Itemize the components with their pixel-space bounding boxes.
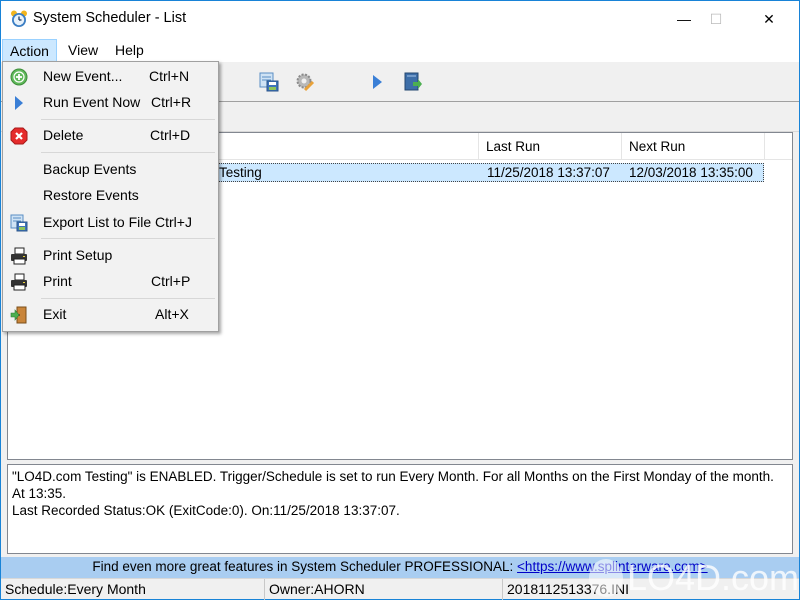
row-title: Testing [219,165,262,180]
details-line-1: "LO4D.com Testing" is ENABLED. Trigger/S… [12,469,774,501]
menu-separator [41,119,215,120]
promo-text: Find even more great features in System … [92,559,518,574]
menu-item-shortcut: Ctrl+N [149,68,190,84]
column-header-last-run[interactable]: Last Run [479,133,622,160]
details-line-2: Last Recorded Status:OK (ExitCode:0). On… [12,503,400,518]
run-icon[interactable] [367,72,387,92]
menu-item-shortcut: Ctrl+P [151,273,191,289]
status-schedule: Schedule:Every Month [1,579,265,600]
play-icon [15,96,23,110]
action-menu: New Event... Ctrl+N Run Event Now Ctrl+R… [2,61,219,332]
menu-item-label: Backup Events [43,161,137,177]
menu-item-print-setup[interactable]: Print Setup [3,244,218,268]
maximize-icon: ☐ [709,10,723,27]
menu-item-shortcut: Ctrl+J [155,214,192,230]
exit-door-icon [10,306,27,324]
menu-item-label: Restore Events [43,187,139,203]
menu-item-print[interactable]: Print Ctrl+P [3,270,218,294]
menu-help[interactable]: Help [108,39,151,62]
maximize-button[interactable]: ☐ [693,1,739,37]
menu-item-new-event[interactable]: New Event... Ctrl+N [3,65,218,89]
menu-item-shortcut: Ctrl+R [151,94,192,110]
row-next-run: 12/03/2018 13:35:00 [629,165,753,180]
menu-item-delete[interactable]: Delete Ctrl+D [3,124,218,148]
app-window: System Scheduler - List — ☐ ✕ Action Vie… [0,0,800,600]
watermark-text: LO4D.com [626,557,799,598]
menu-item-label: New Event... [43,68,123,84]
column-header-next-run[interactable]: Next Run [622,133,765,160]
exit-icon[interactable] [403,72,423,92]
menu-separator [41,152,215,153]
menu-item-backup-events[interactable]: Backup Events [3,158,218,182]
close-icon: ✕ [763,10,775,27]
menu-item-exit[interactable]: Exit Alt+X [3,303,218,327]
menu-separator [41,238,215,239]
menu-item-label: Print [43,273,72,289]
close-button[interactable]: ✕ [746,1,792,37]
menu-view[interactable]: View [61,39,105,62]
printer-icon [11,273,27,291]
menu-item-shortcut: Alt+X [155,306,189,322]
menu-item-export-list[interactable]: Export List to File Ctrl+J [3,211,218,235]
title-bar: System Scheduler - List — ☐ ✕ [1,1,799,37]
menu-item-label: Print Setup [43,247,113,263]
minimize-icon: — [677,11,691,27]
watermark-logo: LO4D.com [589,556,799,600]
settings-icon[interactable] [295,72,315,92]
delete-icon [10,127,28,145]
event-details: "LO4D.com Testing" is ENABLED. Trigger/S… [7,464,793,554]
menu-separator [41,298,215,299]
menu-item-label: Delete [43,127,84,143]
add-icon [10,68,28,86]
printer-icon [11,247,27,265]
menu-item-shortcut: Ctrl+D [150,127,191,143]
window-title: System Scheduler - List [33,10,187,26]
export-icon [10,214,28,232]
watermark-icon [589,559,623,597]
menu-item-label: Exit [43,306,67,322]
menu-item-restore-events[interactable]: Restore Events [3,184,218,208]
menu-action[interactable]: Action [2,39,57,62]
menu-item-run-event-now[interactable]: Run Event Now Ctrl+R [3,91,218,115]
export-list-icon[interactable] [259,72,279,92]
alarm-clock-icon [11,10,27,27]
menu-item-label: Run Event Now [43,94,141,110]
menu-item-label: Export List to File [43,214,152,230]
status-owner: Owner:AHORN [265,579,503,600]
row-last-run: 11/25/2018 13:37:07 [487,165,610,180]
menu-bar: Action View Help [1,37,799,62]
